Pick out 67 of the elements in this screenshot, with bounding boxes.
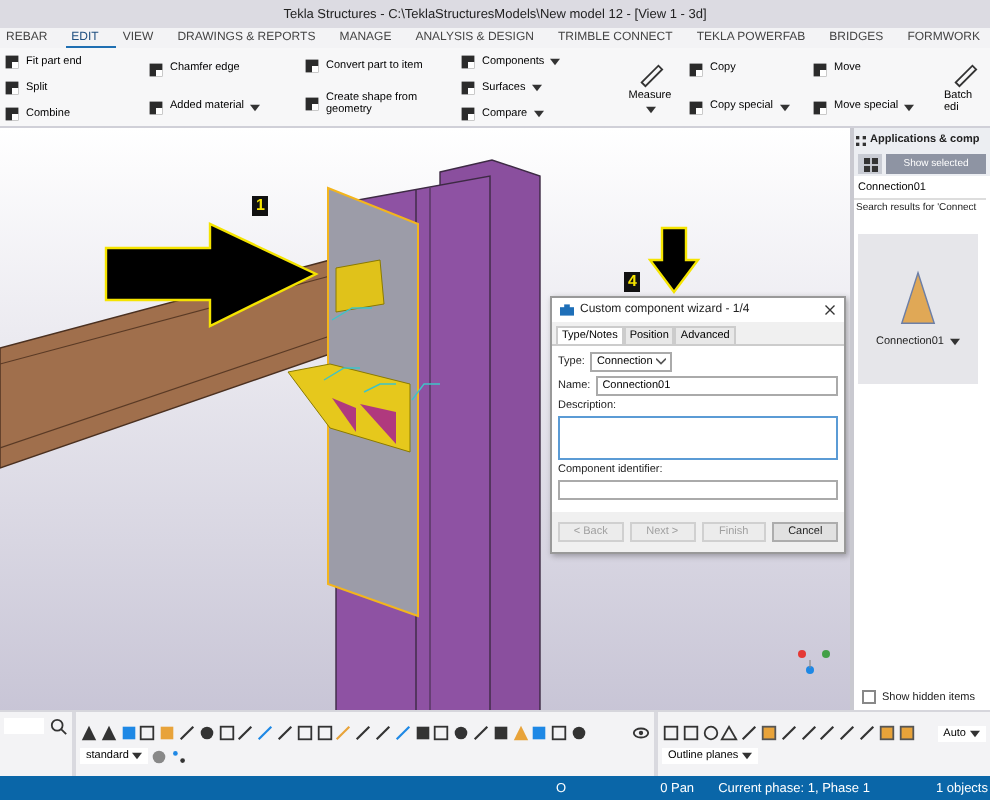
- line-icon[interactable]: [779, 724, 798, 742]
- triangle-icon[interactable]: [720, 724, 739, 742]
- line-icon[interactable]: [471, 723, 490, 741]
- caret-icon: [904, 103, 915, 111]
- callout-label: 1: [252, 196, 269, 216]
- caret-icon: [779, 103, 789, 111]
- identifier-field[interactable]: [558, 480, 838, 500]
- axis-icon: [798, 650, 830, 674]
- ruler-icon: [952, 61, 978, 88]
- circle-icon[interactable]: [197, 723, 216, 741]
- caret-icon: [656, 358, 667, 366]
- ruler-icon: [637, 62, 663, 89]
- tool-icon: [812, 99, 828, 115]
- square-icon[interactable]: [413, 723, 432, 741]
- tool-icon: [304, 96, 320, 113]
- line-icon[interactable]: [177, 723, 196, 741]
- search-icon[interactable]: [50, 718, 68, 736]
- circle-icon[interactable]: [569, 723, 588, 741]
- circle-icon[interactable]: [701, 724, 720, 742]
- pointer-arrow: [647, 226, 701, 294]
- line-icon[interactable]: [838, 724, 857, 742]
- line-icon[interactable]: [236, 723, 255, 741]
- tool-icon: [812, 61, 828, 77]
- frame-icon[interactable]: [138, 723, 157, 741]
- frame-icon[interactable]: [432, 723, 451, 741]
- eye-icon[interactable]: [632, 723, 650, 741]
- caret-icon: [645, 105, 655, 114]
- square-icon[interactable]: [491, 723, 510, 741]
- caret-icon: [250, 103, 260, 111]
- checkbox[interactable]: [862, 690, 876, 704]
- line-icon[interactable]: [799, 724, 818, 742]
- line-icon[interactable]: [275, 723, 294, 741]
- caret-icon: [531, 83, 542, 92]
- frame-icon[interactable]: [217, 723, 236, 741]
- caret-icon: [550, 58, 561, 67]
- caret-icon: [533, 109, 544, 118]
- line-icon[interactable]: [740, 724, 759, 742]
- caret-icon: [970, 729, 980, 737]
- caret-icon: [742, 752, 753, 760]
- square-icon[interactable]: [877, 724, 896, 742]
- description-field[interactable]: [558, 416, 838, 460]
- line-icon[interactable]: [857, 724, 876, 742]
- tool-icon: [148, 99, 164, 115]
- grid-view-button[interactable]: [858, 154, 882, 174]
- caret-icon: [949, 338, 960, 346]
- square-icon[interactable]: [897, 724, 916, 742]
- grid-icon: [856, 135, 866, 145]
- tool-icon: [460, 105, 476, 122]
- triangle-icon: [900, 270, 936, 326]
- tool-icon: [148, 61, 164, 77]
- component-icon: [560, 304, 574, 316]
- close-icon[interactable]: [824, 304, 836, 316]
- line-icon[interactable]: [373, 723, 392, 741]
- square-icon[interactable]: [759, 724, 778, 742]
- caret-icon: [132, 752, 143, 760]
- tool-icon: [460, 79, 476, 96]
- line-icon[interactable]: [818, 724, 837, 742]
- grid-icon: [863, 157, 877, 171]
- line-icon[interactable]: [354, 723, 373, 741]
- dots-icon[interactable]: [170, 747, 188, 765]
- tool-icon: [688, 61, 704, 77]
- frame-icon[interactable]: [550, 723, 569, 741]
- tool-icon: [460, 54, 476, 71]
- tool-icon: [304, 58, 320, 75]
- callout-label: 4: [624, 272, 641, 292]
- tool-icon: [688, 99, 704, 115]
- circle-icon[interactable]: [452, 723, 471, 741]
